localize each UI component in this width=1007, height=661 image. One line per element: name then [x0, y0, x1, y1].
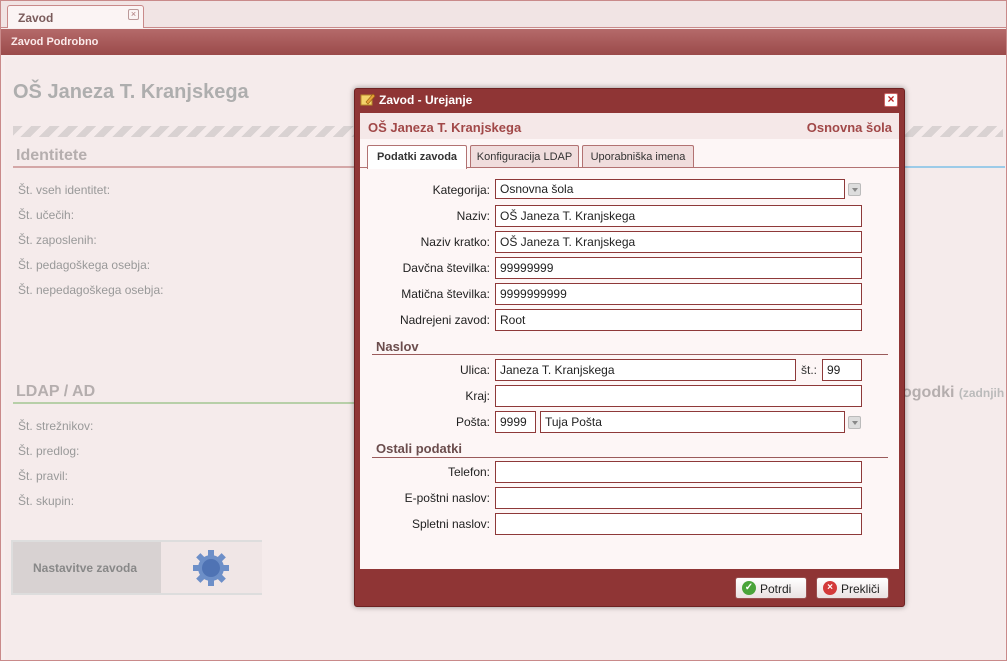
maticna-label: Matična številka:	[401, 287, 490, 301]
tab-konfiguracija-ldap[interactable]: Konfiguracija LDAP	[470, 145, 579, 168]
hisna-st-label: št.:	[801, 363, 818, 377]
confirm-button-label: Potrdi	[760, 582, 792, 596]
panel-title: Zavod Podrobno	[11, 36, 99, 48]
stat-label: Št. pravil:	[18, 469, 69, 483]
panel-titlebar: Zavod Podrobno	[1, 29, 1006, 55]
events-heading-text: ogodki	[902, 384, 955, 401]
posta-label: Pošta:	[455, 415, 490, 429]
edit-dialog: Zavod - Urejanje × OŠ Janeza T. Kranjske…	[354, 88, 905, 607]
kraj-label: Kraj:	[465, 389, 490, 403]
stat-label: Št. pedagoškega osebja:	[18, 258, 151, 272]
school-title: OŠ Janeza T. Kranjskega	[13, 81, 249, 103]
naziv-kratko-label: Naziv kratko:	[420, 235, 490, 249]
cancel-button-label: Prekliči	[841, 582, 880, 596]
davcna-field[interactable]: 99999999	[495, 257, 862, 279]
check-icon: ✓	[742, 581, 756, 595]
nadrejeni-label: Nadrejeni zavod:	[399, 313, 490, 327]
edit-icon	[360, 93, 375, 106]
naslov-divider	[372, 354, 888, 355]
stat-label: Št. učečih:	[18, 208, 75, 222]
events-divider	[900, 166, 1005, 168]
stat-label: Št. predlog:	[18, 444, 80, 458]
stat-label: Št. strežnikov:	[18, 419, 94, 433]
hisna-st-field[interactable]: 99	[822, 359, 862, 381]
tab-uporabniska-imena[interactable]: Uporabniška imena	[582, 145, 694, 168]
nadrejeni-field[interactable]: Root	[495, 309, 862, 331]
confirm-button[interactable]: ✓ Potrdi	[735, 577, 807, 599]
settings-tile[interactable]: Nastavitve zavoda	[11, 540, 262, 595]
stat-label: Št. nepedagoškega osebja:	[18, 283, 164, 297]
gear-icon	[193, 550, 229, 586]
dialog-header: OŠ Janeza T. Kranjskega Osnovna šola	[360, 113, 899, 139]
events-heading: ogodki (zadnjih	[902, 384, 1004, 402]
dialog-content: OŠ Janeza T. Kranjskega Osnovna šola Pod…	[360, 113, 899, 569]
tab-podatki-zavoda[interactable]: Podatki zavoda	[367, 145, 467, 169]
naziv-kratko-field[interactable]: OŠ Janeza T. Kranjskega	[495, 231, 862, 253]
email-label: E-poštni naslov:	[404, 491, 490, 505]
kategorija-select[interactable]: Osnovna šola	[495, 179, 845, 199]
tab-zavod[interactable]: Zavod ×	[7, 5, 144, 28]
dialog-title: Zavod - Urejanje	[379, 93, 473, 107]
close-icon[interactable]: ×	[884, 93, 898, 107]
chevron-down-icon[interactable]	[848, 416, 861, 429]
stat-label: Št. skupin:	[18, 494, 75, 508]
chevron-down-icon[interactable]	[848, 183, 861, 196]
ostali-divider	[372, 457, 888, 458]
telefon-field[interactable]	[495, 461, 862, 483]
naziv-label: Naziv:	[456, 209, 490, 223]
cancel-icon: ×	[823, 581, 837, 595]
identities-divider	[13, 166, 358, 168]
dialog-school-name: OŠ Janeza T. Kranjskega	[368, 120, 522, 135]
naziv-field[interactable]: OŠ Janeza T. Kranjskega	[495, 205, 862, 227]
cancel-button[interactable]: × Prekliči	[816, 577, 889, 599]
naslov-heading: Naslov	[376, 339, 419, 354]
ldap-heading: LDAP / AD	[16, 383, 96, 400]
stat-label: Št. zaposlenih:	[18, 233, 97, 247]
stat-label: Št. vseh identitet:	[18, 183, 111, 197]
tab-bar: Zavod ×	[1, 1, 1006, 28]
dialog-school-kind: Osnovna šola	[806, 120, 892, 135]
posta-name-select[interactable]: Tuja Pošta	[540, 411, 845, 433]
kategorija-label: Kategorija:	[432, 183, 490, 197]
ldap-divider	[13, 402, 358, 404]
telefon-label: Telefon:	[447, 465, 490, 479]
email-field[interactable]	[495, 487, 862, 509]
identities-heading: Identitete	[16, 147, 88, 164]
settings-icon-area[interactable]	[161, 542, 262, 593]
posta-number-field[interactable]: 9999	[495, 411, 536, 433]
ulica-label: Ulica:	[459, 363, 490, 377]
ostali-heading: Ostali podatki	[376, 441, 462, 456]
ulica-field[interactable]: Janeza T. Kranjskega	[495, 359, 796, 381]
maticna-field[interactable]: 9999999999	[495, 283, 862, 305]
tab-label: Zavod	[18, 11, 54, 25]
settings-label: Nastavitve zavoda	[33, 561, 138, 575]
close-icon[interactable]: ×	[128, 9, 139, 20]
web-label: Spletni naslov:	[411, 517, 490, 531]
events-subtitle: (zadnjih	[958, 386, 1005, 400]
davcna-label: Davčna številka:	[402, 261, 490, 275]
kraj-field[interactable]	[495, 385, 862, 407]
web-field[interactable]	[495, 513, 862, 535]
